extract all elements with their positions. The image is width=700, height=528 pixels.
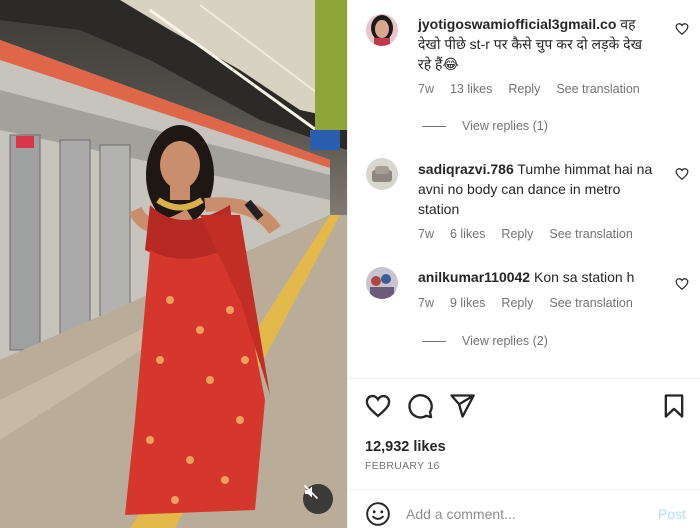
comment-text: Kon sa station h <box>533 269 635 285</box>
comment-meta: 7w 9 likes Reply See translation <box>418 296 649 310</box>
comment-like-count[interactable]: 6 likes <box>450 227 485 241</box>
comment-like-count[interactable]: 9 likes <box>450 296 485 310</box>
like-count[interactable]: 12,932 likes <box>365 439 446 455</box>
comment-username[interactable]: jyotigoswamiofficial3gmail.co <box>418 16 616 32</box>
comment-age: 7w <box>418 227 434 241</box>
like-heart-icon[interactable] <box>364 392 392 420</box>
comment-body: anilkumar110042 Kon sa station h <box>418 267 658 287</box>
profile-photo <box>366 267 398 299</box>
reply-button[interactable]: Reply <box>501 296 533 310</box>
comment-body: jyotigoswamiofficial3gmail.co वह देखो पी… <box>418 14 658 74</box>
see-translation-button[interactable]: See translation <box>556 82 639 96</box>
see-translation-button[interactable]: See translation <box>549 296 632 310</box>
view-replies-label: View replies (2) <box>462 334 548 348</box>
post-action-bar <box>348 392 700 424</box>
comments-list[interactable]: jyotigoswamiofficial3gmail.co वह देखो पी… <box>348 0 700 378</box>
replies-divider <box>422 340 446 342</box>
send-icon[interactable] <box>448 392 476 420</box>
comment-username[interactable]: anilkumar110042 <box>418 269 530 285</box>
avatar[interactable] <box>366 267 398 299</box>
comment-age: 7w <box>418 82 434 96</box>
comment-meta: 7w 6 likes Reply See translation <box>418 227 649 241</box>
reply-button[interactable]: Reply <box>501 227 533 241</box>
heart-icon[interactable] <box>675 22 689 36</box>
comment-body: sadiqrazvi.786 Tumhe himmat hai na avni … <box>418 159 658 219</box>
comment-like-count[interactable]: 13 likes <box>450 82 492 96</box>
heart-icon[interactable] <box>675 277 689 291</box>
comment-age: 7w <box>418 296 434 310</box>
comment-meta: 7w 13 likes Reply See translation <box>418 82 656 96</box>
post-date[interactable]: FEBRUARY 16 <box>365 460 440 472</box>
avatar[interactable] <box>366 158 398 190</box>
comment-icon[interactable] <box>406 392 434 420</box>
bookmark-icon[interactable] <box>660 392 688 420</box>
post-comment-button[interactable]: Post <box>658 506 686 522</box>
see-translation-button[interactable]: See translation <box>549 227 632 241</box>
post-side-panel: jyotigoswamiofficial3gmail.co वह देखो पी… <box>347 0 700 528</box>
profile-photo <box>366 158 398 190</box>
composer-divider <box>348 489 700 490</box>
view-replies-label: View replies (1) <box>462 119 548 133</box>
replies-divider <box>422 125 446 127</box>
comment-username[interactable]: sadiqrazvi.786 <box>418 161 514 177</box>
actions-divider <box>348 378 700 379</box>
smiley-icon[interactable] <box>365 501 391 527</box>
view-replies-button[interactable]: View replies (1) <box>422 119 548 133</box>
heart-icon[interactable] <box>675 167 689 181</box>
reply-button[interactable]: Reply <box>508 82 540 96</box>
add-comment-input[interactable] <box>406 502 626 526</box>
view-replies-button[interactable]: View replies (2) <box>422 334 548 348</box>
mute-toggle-button[interactable] <box>303 484 333 514</box>
avatar[interactable] <box>366 14 398 46</box>
profile-photo <box>366 14 398 46</box>
post-media[interactable] <box>0 0 347 528</box>
speaker-muted-icon <box>303 484 319 500</box>
metro-station-video-frame <box>0 0 347 528</box>
